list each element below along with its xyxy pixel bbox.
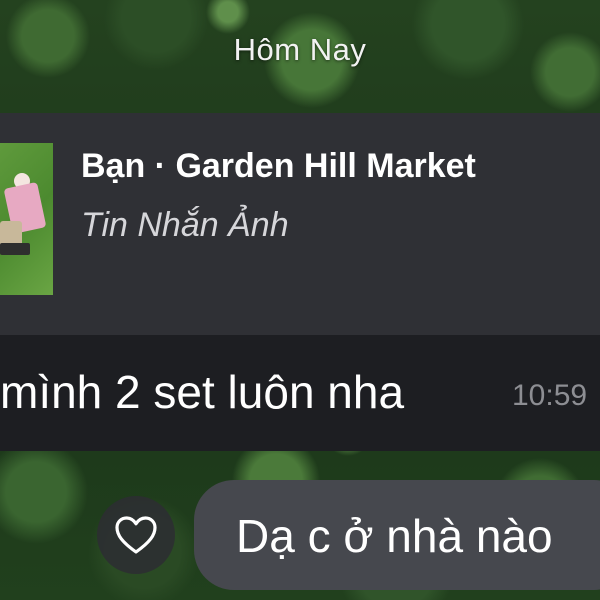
incoming-message-text: mình 2 set luôn nha	[0, 366, 405, 418]
react-heart-button[interactable]	[97, 496, 175, 574]
date-separator: Hôm Nay	[233, 32, 367, 67]
reply-thumbnail-image[interactable]	[0, 143, 53, 295]
incoming-message-time: 10:59	[512, 379, 588, 412]
chat-screen: Hôm Nay Bạn · Garden Hill Market Tin Nhắ…	[0, 0, 600, 600]
outgoing-message-text: Dạ c ở nhà nào	[236, 510, 553, 562]
heart-icon	[115, 516, 157, 554]
reply-preview-subtitle: Tin Nhắn Ảnh	[81, 206, 289, 244]
reply-preview-title: Bạn · Garden Hill Market	[81, 147, 476, 185]
thumbnail-detail	[0, 243, 30, 255]
